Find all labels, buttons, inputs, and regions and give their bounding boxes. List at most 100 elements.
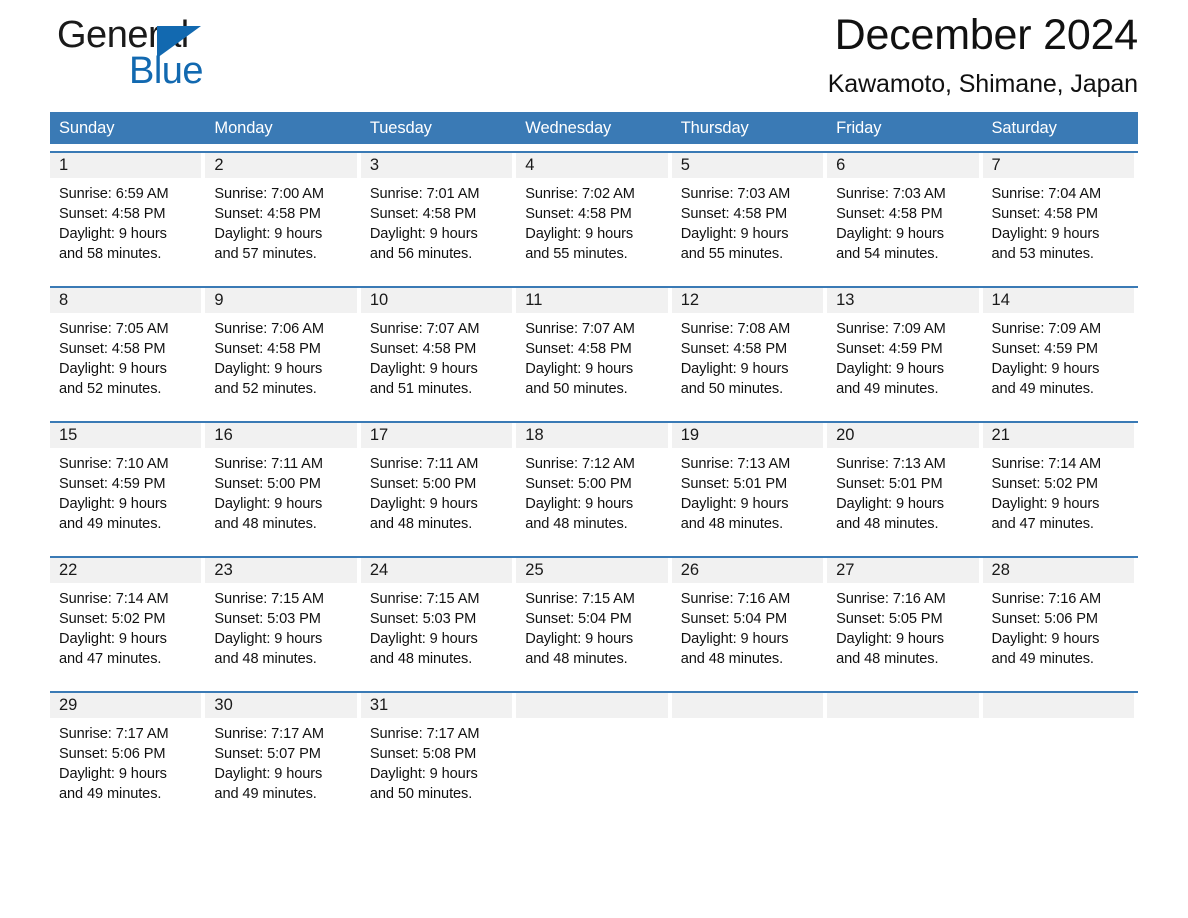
sunset-line: Sunset: 4:58 PM: [525, 341, 632, 357]
day-number-strip: [671, 693, 824, 718]
day-cell[interactable]: 13 Sunrise: 7:09 AM Sunset: 4:59 PM Dayl…: [827, 288, 983, 414]
day-number-strip: 12: [671, 288, 824, 313]
sunrise-line: Sunrise: 7:15 AM: [214, 591, 324, 607]
daylight-line-2: and 49 minutes.: [991, 381, 1094, 397]
day-cell-empty: [827, 693, 983, 819]
sunset-line: Sunset: 4:58 PM: [369, 206, 477, 222]
day-cell[interactable]: 6 Sunrise: 7:03 AM Sunset: 4:58 PM Dayli…: [827, 153, 983, 279]
day-number: 11: [525, 291, 543, 309]
sunrise-line: Sunrise: 7:11 AM: [369, 456, 479, 472]
day-cell[interactable]: 25 Sunrise: 7:15 AM Sunset: 5:04 PM Dayl…: [516, 558, 672, 684]
day-cell[interactable]: 28 Sunrise: 7:16 AM Sunset: 5:06 PM Dayl…: [982, 558, 1138, 684]
day-cell[interactable]: 18 Sunrise: 7:12 AM Sunset: 5:00 PM Dayl…: [516, 423, 672, 549]
daylight-line-1: Daylight: 9 hours: [59, 226, 167, 242]
day-number-strip: [982, 693, 1134, 718]
sunset-line: Sunset: 5:06 PM: [991, 611, 1099, 627]
day-cell[interactable]: 11 Sunrise: 7:07 AM Sunset: 4:58 PM Dayl…: [516, 288, 672, 414]
daylight-line-2: and 48 minutes.: [680, 651, 784, 667]
day-details: Sunrise: 7:01 AM Sunset: 4:58 PM Dayligh…: [361, 178, 514, 264]
sunrise-line: Sunrise: 7:16 AM: [991, 591, 1102, 607]
day-cell[interactable]: 19 Sunrise: 7:13 AM Sunset: 5:01 PM Dayl…: [671, 423, 828, 549]
day-cell[interactable]: 9 Sunrise: 7:06 AM Sunset: 4:58 PM Dayli…: [205, 288, 361, 414]
general-blue-logo[interactable]: General Blue: [57, 14, 357, 104]
calendar-page: General Blue December 2024 Kawamoto, Shi…: [0, 0, 1188, 918]
sunset-line: Sunset: 4:58 PM: [214, 206, 321, 222]
day-cell[interactable]: 5 Sunrise: 7:03 AM Sunset: 4:58 PM Dayli…: [671, 153, 828, 279]
daylight-line-2: and 49 minutes.: [991, 651, 1094, 667]
sunrise-line: Sunrise: 7:09 AM: [991, 321, 1102, 337]
day-number-strip: 29: [50, 693, 202, 718]
day-cell[interactable]: 26 Sunrise: 7:16 AM Sunset: 5:04 PM Dayl…: [671, 558, 828, 684]
sunset-line: Sunset: 4:59 PM: [991, 341, 1099, 357]
daylight-line-2: and 48 minutes.: [369, 516, 473, 532]
day-cell[interactable]: 30 Sunrise: 7:17 AM Sunset: 5:07 PM Dayl…: [205, 693, 361, 819]
sunset-line: Sunset: 5:06 PM: [59, 746, 166, 762]
day-number-strip: 6: [827, 153, 979, 178]
daylight-line-1: Daylight: 9 hours: [214, 766, 323, 782]
day-cell[interactable]: 7 Sunrise: 7:04 AM Sunset: 4:58 PM Dayli…: [982, 153, 1138, 279]
sunrise-line: Sunrise: 7:14 AM: [59, 591, 169, 607]
day-cell[interactable]: 24 Sunrise: 7:15 AM Sunset: 5:03 PM Dayl…: [360, 558, 517, 684]
day-number-strip: [516, 693, 668, 718]
sunset-line: Sunset: 4:58 PM: [214, 341, 321, 357]
day-cell[interactable]: 14 Sunrise: 7:09 AM Sunset: 4:59 PM Dayl…: [982, 288, 1138, 414]
daylight-line-1: Daylight: 9 hours: [59, 631, 167, 647]
day-cell[interactable]: 31 Sunrise: 7:17 AM Sunset: 5:08 PM Dayl…: [360, 693, 517, 819]
weekday-header-tuesday: Tuesday: [369, 119, 432, 137]
sunrise-line: Sunrise: 7:13 AM: [680, 456, 791, 472]
day-number: [827, 696, 836, 714]
day-cell[interactable]: 8 Sunrise: 7:05 AM Sunset: 4:58 PM Dayli…: [50, 288, 206, 414]
logo-text-blue: Blue: [129, 50, 204, 92]
day-cell[interactable]: 21 Sunrise: 7:14 AM Sunset: 5:02 PM Dayl…: [982, 423, 1138, 549]
day-number: 28: [991, 561, 1010, 579]
day-cell[interactable]: 20 Sunrise: 7:13 AM Sunset: 5:01 PM Dayl…: [827, 423, 983, 549]
daylight-line-2: and 56 minutes.: [369, 246, 473, 262]
day-cell[interactable]: 10 Sunrise: 7:07 AM Sunset: 4:58 PM Dayl…: [360, 288, 517, 414]
daylight-line-1: Daylight: 9 hours: [525, 226, 634, 242]
sunrise-line: Sunrise: 7:09 AM: [836, 321, 946, 337]
daylight-line-2: and 51 minutes.: [369, 381, 473, 397]
sunrise-line: Sunrise: 7:10 AM: [59, 456, 169, 472]
day-cell[interactable]: 16 Sunrise: 7:11 AM Sunset: 5:00 PM Dayl…: [205, 423, 361, 549]
weekday-header-row: Sunday Monday Tuesday Wednesday Thursday…: [50, 112, 1138, 144]
day-cell[interactable]: 27 Sunrise: 7:16 AM Sunset: 5:05 PM Dayl…: [827, 558, 983, 684]
day-number: 26: [680, 561, 700, 579]
day-number-strip: 3: [360, 153, 513, 178]
day-number: 29: [59, 696, 78, 714]
daylight-line-1: Daylight: 9 hours: [680, 361, 789, 377]
daylight-line-1: Daylight: 9 hours: [59, 361, 167, 377]
day-cell[interactable]: 12 Sunrise: 7:08 AM Sunset: 4:58 PM Dayl…: [671, 288, 828, 414]
day-cell[interactable]: 4 Sunrise: 7:02 AM Sunset: 4:58 PM Dayli…: [516, 153, 672, 279]
sunset-line: Sunset: 5:02 PM: [991, 476, 1099, 492]
day-cell[interactable]: 15 Sunrise: 7:10 AM Sunset: 4:59 PM Dayl…: [50, 423, 206, 549]
weekday-header-friday: Friday: [836, 119, 882, 137]
day-cell[interactable]: 2 Sunrise: 7:00 AM Sunset: 4:58 PM Dayli…: [205, 153, 361, 279]
day-number: [516, 696, 525, 714]
day-cell[interactable]: 17 Sunrise: 7:11 AM Sunset: 5:00 PM Dayl…: [360, 423, 517, 549]
daylight-line-1: Daylight: 9 hours: [991, 226, 1100, 242]
sunset-line: Sunset: 5:08 PM: [369, 746, 477, 762]
day-number-strip: 9: [205, 288, 357, 313]
daylight-line-2: and 47 minutes.: [991, 516, 1094, 532]
sunrise-line: Sunrise: 7:06 AM: [214, 321, 324, 337]
daylight-line-2: and 58 minutes.: [59, 246, 162, 262]
sunset-line: Sunset: 5:01 PM: [836, 476, 943, 492]
sunrise-line: Sunrise: 7:14 AM: [991, 456, 1102, 472]
day-cell[interactable]: 22 Sunrise: 7:14 AM Sunset: 5:02 PM Dayl…: [50, 558, 206, 684]
day-cell[interactable]: 23 Sunrise: 7:15 AM Sunset: 5:03 PM Dayl…: [205, 558, 361, 684]
day-details: Sunrise: 7:10 AM Sunset: 4:59 PM Dayligh…: [50, 448, 203, 534]
weekday-header-saturday: Saturday: [991, 119, 1057, 137]
day-cell[interactable]: 3 Sunrise: 7:01 AM Sunset: 4:58 PM Dayli…: [360, 153, 517, 279]
day-cell[interactable]: 1 Sunrise: 6:59 AM Sunset: 4:58 PM Dayli…: [50, 153, 206, 279]
daylight-line-1: Daylight: 9 hours: [991, 631, 1100, 647]
day-cell[interactable]: 29 Sunrise: 7:17 AM Sunset: 5:06 PM Dayl…: [50, 693, 206, 819]
sunrise-line: Sunrise: 7:05 AM: [59, 321, 169, 337]
sunrise-line: Sunrise: 7:03 AM: [680, 186, 791, 202]
day-details: Sunrise: 7:11 AM Sunset: 5:00 PM Dayligh…: [205, 448, 358, 534]
day-number-strip: [827, 693, 979, 718]
day-number: 14: [991, 291, 1010, 309]
day-cell-empty: [516, 693, 672, 819]
daylight-line-1: Daylight: 9 hours: [836, 631, 944, 647]
day-number-strip: 17: [360, 423, 513, 448]
day-details: Sunrise: 7:03 AM Sunset: 4:58 PM Dayligh…: [827, 178, 980, 264]
